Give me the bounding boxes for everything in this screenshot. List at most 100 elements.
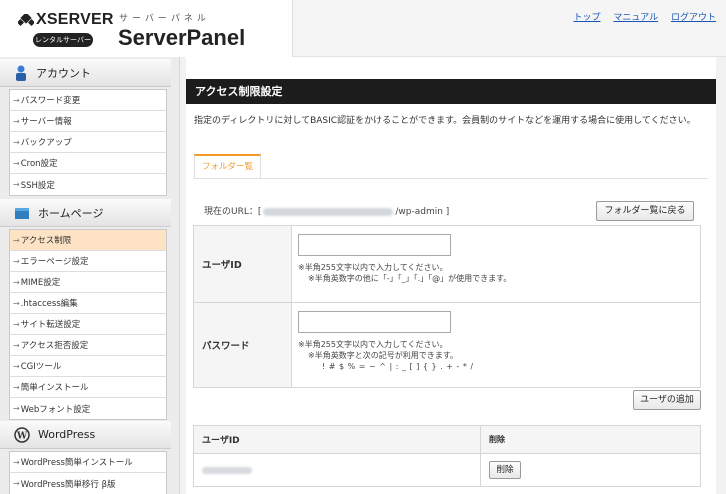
sidebar-item-label: Cron設定	[20, 159, 58, 169]
top-links: トップ マニュアル ログアウト	[563, 10, 716, 23]
sidebar-item-label: サーバー情報	[20, 117, 72, 127]
user-id-field-cell: ※半角255文字以内で入力してください。 ※半角英数字の他に「-」「_」「.」「…	[292, 226, 700, 302]
user-id-row: ユーザID ※半角255文字以内で入力してください。 ※半角英数字の他に「-」「…	[194, 226, 700, 303]
sidebar-item-label: バックアップ	[20, 138, 72, 148]
brand-name: XSERVER	[36, 11, 114, 28]
sidebar-item-error-page[interactable]: → エラーページ設定	[10, 251, 166, 272]
column-header-user-id: ユーザID	[194, 426, 481, 453]
sidebar-section-wordpress: W WordPress	[0, 421, 171, 449]
arrow-icon: →	[13, 137, 20, 147]
table-header: ユーザID 削除	[194, 426, 700, 454]
sidebar-item-backup[interactable]: → バックアップ	[10, 132, 166, 153]
user-id-redacted	[202, 466, 252, 474]
arrow-icon: →	[13, 340, 20, 350]
link-manual[interactable]: マニュアル	[613, 13, 658, 23]
link-top[interactable]: トップ	[573, 13, 600, 23]
product-name: ServerPanel	[118, 25, 246, 50]
sidebar-item-label: アクセス拒否設定	[20, 341, 89, 351]
user-id-note-2: ※半角英数字の他に「-」「_」「.」「@」が使用できます。	[308, 274, 512, 283]
arrow-icon: →	[13, 158, 20, 168]
url-suffix: /wp-admin ]	[395, 207, 450, 217]
user-id-note-1: ※半角255文字以内で入力してください。	[298, 263, 448, 272]
book-icon	[15, 207, 29, 219]
page-description: 指定のディレクトリに対してBASIC認証をかけることができます。会員制のサイトな…	[194, 116, 696, 126]
password-field-cell: ※半角255文字以内で入力してください。 ※半角英数字と次の記号が利用できます。…	[292, 303, 700, 387]
password-note-3: ! # $ % = ~ ^ | : _ [ ] { } . + - * /	[322, 362, 474, 371]
sidebar-section-title: ホームページ	[38, 206, 104, 220]
sidebar-item-label: WordPress簡単移行 β版	[20, 479, 116, 490]
arrow-icon: →	[13, 382, 20, 392]
add-user-button[interactable]: ユーザの追加	[633, 390, 701, 410]
sidebar-item-label: Webフォント設定	[20, 404, 91, 415]
sidebar-item-wp-migrate[interactable]: → WordPress簡単移行 β版	[10, 473, 166, 494]
delete-button[interactable]: 削除	[489, 461, 521, 479]
url-domain-redacted	[263, 207, 394, 216]
sidebar-item-label: 簡単インストール	[20, 383, 89, 393]
column-header-delete: 削除	[489, 435, 505, 444]
sidebar-section-homepage: ホームページ	[0, 199, 171, 227]
delete-cell: 削除	[481, 461, 700, 479]
sidebar-item-server-info[interactable]: → サーバー情報	[10, 111, 166, 132]
arrow-icon: →	[13, 277, 20, 287]
product-kana: サーバーパネル	[119, 14, 210, 24]
tab-folder-list[interactable]: フォルダー覧	[194, 154, 261, 178]
sidebar-item-label: CGIツール	[20, 362, 62, 372]
user-id-label: ユーザID	[194, 226, 292, 302]
wordpress-icon: W	[14, 426, 30, 443]
password-label: パスワード	[194, 303, 292, 387]
arrow-icon: →	[13, 180, 20, 189]
user-id-cell	[194, 454, 481, 486]
brand-badge: レンタルサーバー	[33, 33, 93, 47]
sidebar-section-title: アカウント	[36, 66, 91, 80]
sidebar-item-site-transfer[interactable]: → サイト転送設定	[10, 314, 166, 335]
arrow-icon: →	[13, 457, 20, 467]
sidebar: アカウント → パスワード変更 → サーバー情報 → バックアップ → Cron設定 →…	[0, 57, 180, 494]
password-input[interactable]	[298, 311, 451, 333]
sidebar-item-wp-install[interactable]: → WordPress簡単インストール	[10, 452, 166, 473]
sidebar-item-label: WordPress簡単インストール	[20, 458, 133, 468]
sidebar-item-label: SSH設定	[20, 180, 55, 191]
user-list-table: ユーザID 削除 削除	[193, 425, 701, 487]
sidebar-item-label: サイト転送設定	[20, 320, 81, 330]
password-row: パスワード ※半角255文字以内で入力してください。 ※半角英数字と次の記号が利…	[194, 303, 700, 387]
sidebar-item-access-deny[interactable]: → アクセス拒否設定	[10, 335, 166, 356]
arrow-icon: →	[13, 479, 20, 488]
sidebar-item-ssh[interactable]: → SSH設定	[10, 174, 166, 195]
content-panel: アクセス制限設定 指定のディレクトリに対してBASIC認証をかけることができます…	[186, 57, 716, 494]
link-logout[interactable]: ログアウト	[671, 13, 716, 23]
sidebar-item-label: アクセス制限	[20, 236, 72, 246]
wordpress-menu: → WordPress簡単インストール → WordPress簡単移行 β版	[9, 451, 167, 494]
user-id-input[interactable]	[298, 234, 451, 256]
sidebar-section-account: アカウント	[0, 59, 171, 87]
password-notes: ※半角255文字以内で入力してください。 ※半角英数字と次の記号が利用できます。…	[298, 339, 694, 372]
sidebar-item-htaccess[interactable]: → .htaccess編集	[10, 293, 166, 314]
arrow-icon: →	[13, 319, 20, 329]
sidebar-item-label: MIME設定	[20, 278, 61, 288]
table-row: 削除	[194, 454, 700, 486]
user-icon	[16, 65, 26, 81]
tab-divider	[194, 178, 708, 179]
sidebar-item-label: .htaccess編集	[20, 299, 78, 309]
back-to-folder-list-button[interactable]: フォルダー覧に戻る	[596, 201, 694, 221]
logo-area: XSERVER レンタルサーバー サーバーパネル ServerPanel	[0, 0, 292, 57]
header: XSERVER レンタルサーバー サーバーパネル ServerPanel トップ…	[0, 0, 726, 57]
sidebar-item-cron[interactable]: → Cron設定	[10, 153, 166, 174]
sidebar-item-access-restriction[interactable]: → アクセス制限	[10, 230, 166, 251]
header-links-area: トップ マニュアル ログアウト	[292, 0, 726, 57]
sidebar-item-password[interactable]: → パスワード変更	[10, 90, 166, 111]
arrow-icon: →	[13, 298, 20, 308]
arrow-icon: →	[13, 95, 20, 105]
sidebar-item-label: エラーページ設定	[20, 257, 89, 267]
main-content: アクセス制限設定 指定のディレクトリに対してBASIC認証をかけることができます…	[180, 57, 726, 494]
user-form: ユーザID ※半角255文字以内で入力してください。 ※半角英数字の他に「-」「…	[193, 225, 701, 388]
sidebar-item-label: パスワード変更	[20, 96, 81, 106]
sidebar-item-easy-install[interactable]: → 簡単インストール	[10, 377, 166, 398]
page-title: アクセス制限設定	[186, 79, 716, 104]
arrow-icon: →	[13, 404, 20, 413]
arrow-icon: →	[13, 235, 20, 245]
arrow-icon: →	[13, 256, 20, 266]
sidebar-item-web-font[interactable]: → Webフォント設定	[10, 398, 166, 419]
sidebar-item-mime[interactable]: → MIME設定	[10, 272, 166, 293]
xserver-logo-icon	[18, 14, 34, 27]
sidebar-item-cgi-tools[interactable]: → CGIツール	[10, 356, 166, 377]
